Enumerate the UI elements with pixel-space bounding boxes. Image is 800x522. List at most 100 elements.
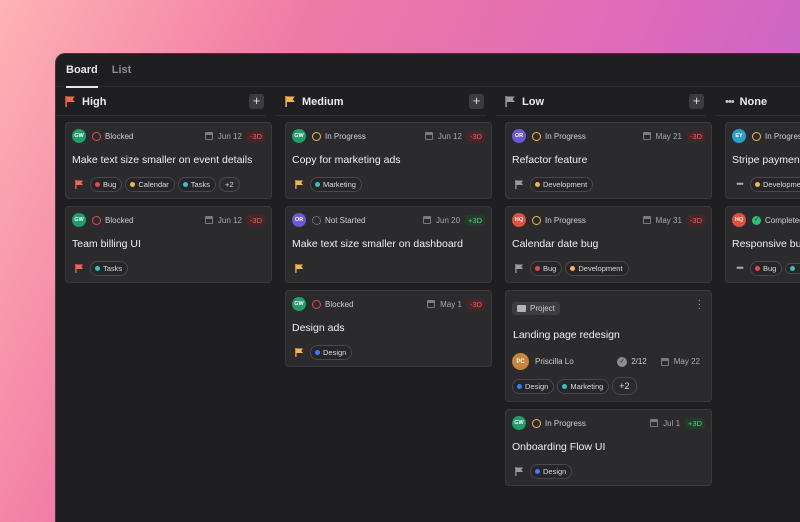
tag-bug[interactable]: Bug	[530, 260, 563, 276]
status-label[interactable]: In Progress	[545, 132, 643, 141]
column-title: High	[82, 95, 107, 108]
due-date[interactable]: May 21	[656, 132, 682, 141]
due-date[interactable]: Jun 12	[218, 216, 242, 225]
status-label[interactable]: Blocked	[105, 132, 205, 141]
task-card[interactable]: HQ ✓ Completed Responsive bug ••• Bug	[725, 206, 800, 283]
tag-tasks[interactable]: Tasks	[90, 260, 129, 276]
due-delta-badge: -3D	[686, 214, 705, 226]
in-progress-status-icon	[312, 131, 321, 141]
card-title: Stripe payment	[732, 154, 800, 166]
subtasks-check-icon: ✓	[617, 356, 628, 367]
card-title: Make text size smaller on dashboard	[292, 238, 463, 250]
task-card[interactable]: GW In Progress Jul 1 +3D Onboarding Flow…	[505, 409, 712, 486]
tag-tasks[interactable]: Tasks	[177, 176, 216, 192]
tag-bug[interactable]: Bug	[90, 176, 123, 192]
column-title: Medium	[302, 95, 344, 108]
status-label[interactable]: Completed	[765, 216, 800, 225]
tag-development[interactable]: Development	[565, 260, 629, 276]
priority-flag-icon[interactable]	[512, 262, 527, 275]
due-date[interactable]: Jun 12	[218, 132, 242, 141]
priority-flag-icon[interactable]	[292, 262, 307, 275]
task-card[interactable]: GW In Progress Jun 12 -3D Copy for marke…	[285, 122, 492, 199]
task-card[interactable]: HQ In Progress May 31 -3D Calendar date …	[505, 206, 712, 283]
status-label[interactable]: In Progress	[545, 419, 650, 428]
not-started-status-icon	[312, 215, 321, 225]
calendar-icon	[423, 216, 431, 224]
status-label[interactable]: Not Started	[325, 216, 423, 225]
tag-bug[interactable]: Bug	[750, 260, 783, 276]
status-label[interactable]: Blocked	[105, 216, 205, 225]
project-chip: Project	[512, 302, 560, 315]
avatar: GW	[292, 129, 306, 143]
due-date[interactable]: Jun 12	[438, 132, 462, 141]
assignee-name[interactable]: Priscilla Lo	[535, 357, 617, 366]
priority-flag-icon[interactable]	[72, 178, 87, 191]
tab-board[interactable]: Board	[66, 54, 98, 88]
in-progress-status-icon	[532, 215, 541, 225]
due-delta-badge: -3D	[466, 298, 485, 310]
more-options-icon[interactable]: · · ·	[698, 296, 701, 314]
avatar: EY	[732, 129, 746, 143]
task-card[interactable]: GW Blocked May 1 -3D Design ads Design	[285, 290, 492, 367]
project-card[interactable]: Project · · · Landing page redesign PC Pri…	[505, 290, 712, 402]
tag-calendar[interactable]: Calendar	[125, 176, 175, 192]
due-date[interactable]: Jul 1	[663, 419, 680, 428]
tab-list[interactable]: List	[112, 54, 132, 87]
tag-development[interactable]: Development	[530, 176, 594, 192]
no-priority-icon[interactable]: •••	[732, 262, 747, 275]
add-card-button[interactable]: +	[469, 94, 484, 109]
status-label[interactable]: In Progress	[545, 216, 643, 225]
board-app: Board List High + GW Blocked Jun 12 -3D …	[55, 53, 800, 522]
tag-design[interactable]: Design	[530, 463, 573, 479]
column-header-high: High +	[56, 88, 266, 116]
priority-flag-icon[interactable]	[292, 346, 307, 359]
tag-design[interactable]: Design	[512, 378, 555, 394]
status-label[interactable]: Blocked	[325, 300, 427, 309]
avatar: HQ	[512, 213, 526, 227]
column-header-medium: Medium +	[276, 88, 486, 116]
add-card-button[interactable]: +	[689, 94, 704, 109]
tag-partial[interactable]	[785, 262, 800, 274]
priority-flag-icon[interactable]	[512, 465, 527, 478]
avatar: OR	[292, 213, 306, 227]
status-label[interactable]: In Progress	[765, 132, 800, 141]
task-card[interactable]: OR Not Started Jun 20 +3D Make text size…	[285, 206, 492, 283]
due-date[interactable]: May 22	[674, 357, 700, 366]
priority-flag-icon[interactable]	[72, 262, 87, 275]
calendar-icon	[642, 216, 651, 224]
board: High + GW Blocked Jun 12 -3D Make text s…	[56, 88, 800, 522]
due-date[interactable]: Jun 20	[436, 216, 460, 225]
due-date[interactable]: May 1	[440, 300, 462, 309]
tag-marketing[interactable]: Marketing	[557, 378, 610, 394]
more-tags-badge[interactable]: +2	[612, 377, 637, 395]
column-medium: Medium + GW In Progress Jun 12 -3D Copy …	[276, 88, 492, 374]
calendar-icon	[427, 300, 436, 308]
priority-flag-icon[interactable]	[512, 178, 527, 191]
card-title: Team billing UI	[72, 238, 141, 250]
priority-flag-icon[interactable]	[292, 178, 307, 191]
due-delta-badge: -3D	[466, 130, 485, 142]
due-delta-badge: -3D	[246, 214, 265, 226]
tag-design[interactable]: Design	[310, 344, 353, 360]
more-tags-badge[interactable]: +2	[218, 176, 240, 192]
avatar: GW	[512, 416, 526, 430]
no-priority-icon[interactable]: •••	[732, 178, 747, 191]
column-high: High + GW Blocked Jun 12 -3D Make text s…	[56, 88, 272, 290]
due-delta-badge: -3D	[686, 130, 705, 142]
task-card[interactable]: GW Blocked Jun 12 -3D Team billing UI Ta…	[65, 206, 272, 283]
avatar: GW	[292, 297, 306, 311]
due-date[interactable]: May 31	[656, 216, 682, 225]
add-card-button[interactable]: +	[249, 94, 264, 109]
tag-marketing[interactable]: Marketing	[310, 176, 362, 192]
tag-development[interactable]: Development	[750, 176, 800, 192]
card-title: Make text size smaller on event details	[72, 154, 253, 166]
task-card[interactable]: GW Blocked Jun 12 -3D Make text size sma…	[65, 122, 272, 199]
column-title: None	[739, 95, 768, 108]
task-card[interactable]: EY In Progress Stripe payment ••• Develo…	[725, 122, 800, 199]
status-label[interactable]: In Progress	[325, 132, 425, 141]
blocked-status-icon	[92, 131, 101, 141]
card-title: Onboarding Flow UI	[512, 441, 606, 453]
card-title: Calendar date bug	[512, 238, 599, 250]
task-card[interactable]: OR In Progress May 21 -3D Refactor featu…	[505, 122, 712, 199]
column-none: ••• None EY In Progress Stripe payment •…	[716, 88, 800, 290]
